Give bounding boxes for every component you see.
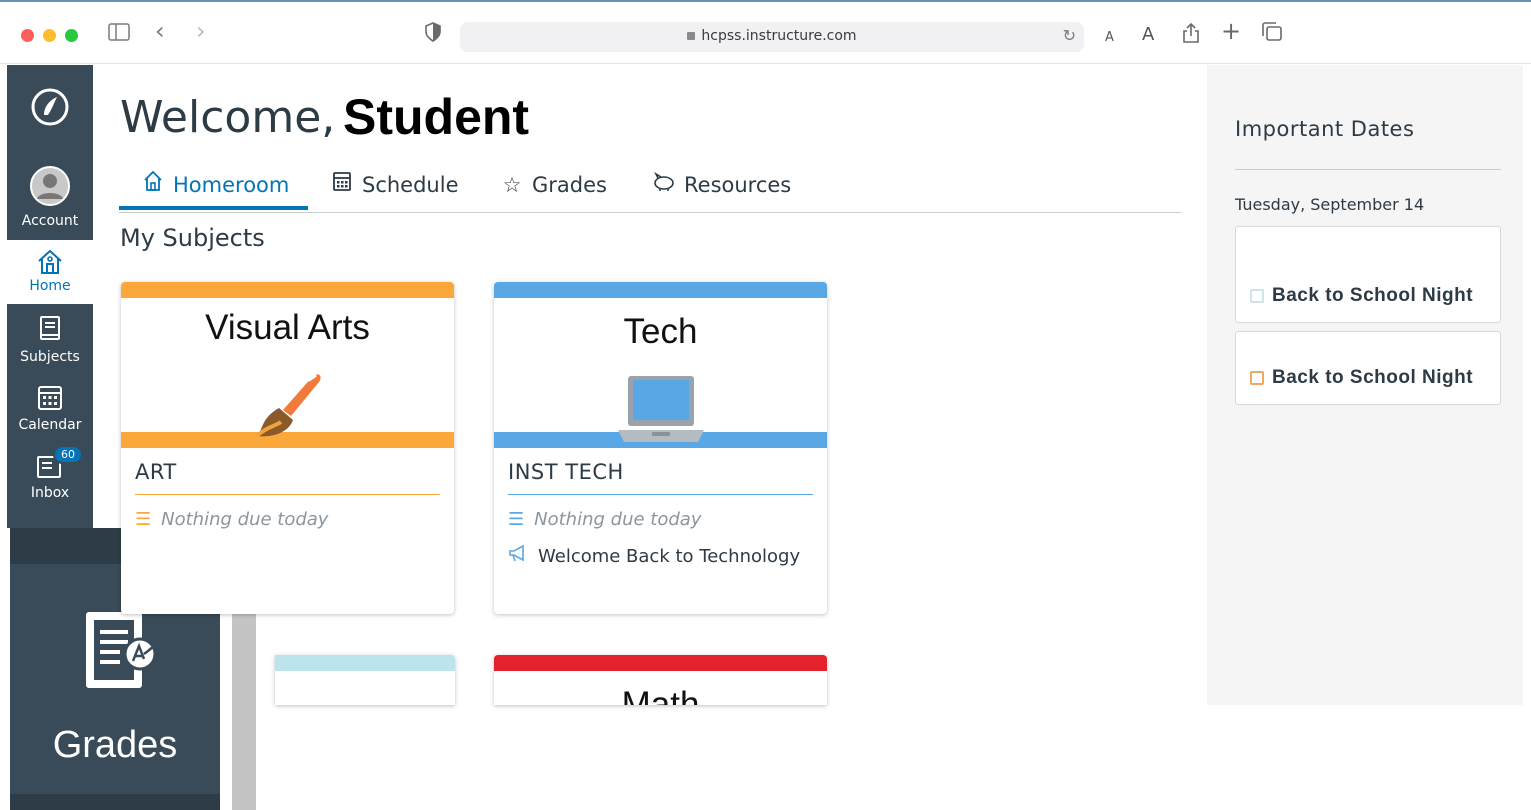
reload-icon[interactable]: ↻	[1063, 26, 1076, 45]
event-date: Tuesday, September 14	[1235, 195, 1425, 214]
calendar-icon	[330, 168, 354, 202]
card-title: Visual Arts	[205, 308, 370, 347]
canvas-logo[interactable]	[7, 87, 93, 131]
card-course-code: ART	[135, 460, 440, 495]
welcome-text: Welcome,	[120, 92, 336, 143]
close-window-button[interactable]	[21, 29, 34, 42]
tab-grades[interactable]: ☆ Grades	[500, 168, 607, 210]
inbox-unread-badge: 60	[53, 445, 83, 464]
card-hero[interactable]: Tech	[494, 298, 827, 442]
card-color-bar	[275, 655, 455, 671]
subject-card-tech[interactable]: Tech INST TECH ☰ Nothing due today Welcom…	[494, 282, 827, 614]
card-todo-text: Nothing due today	[534, 509, 702, 530]
star-icon: ☆	[502, 173, 522, 197]
tab-homeroom[interactable]: Homeroom	[119, 168, 308, 210]
nav-inbox-label: Inbox	[30, 485, 70, 501]
tab-resources-label: Resources	[684, 173, 792, 197]
nav-subjects-label: Subjects	[20, 349, 80, 365]
share-icon[interactable]	[1182, 22, 1200, 49]
maximize-window-button[interactable]	[65, 29, 78, 42]
nav-home-label: Home	[29, 278, 71, 294]
calendar-icon	[38, 386, 62, 410]
canvas-logo-icon	[31, 88, 69, 126]
minimize-window-button[interactable]	[43, 29, 56, 42]
list-icon: ☰	[135, 509, 152, 530]
card-color-bar	[494, 282, 827, 298]
book-icon	[40, 316, 60, 340]
card-announcement-text: Welcome Back to Technology	[538, 546, 801, 567]
zoom-grades-label: Grades	[52, 724, 178, 766]
privacy-shield-icon[interactable]	[425, 22, 441, 47]
card-hero[interactable]: Visual Arts	[121, 298, 454, 438]
my-subjects-heading: My Subjects	[120, 224, 265, 252]
card-color-bar	[121, 282, 454, 298]
calendar-icon	[1250, 371, 1264, 385]
student-name: Student	[343, 89, 530, 145]
home-icon	[141, 168, 165, 202]
dashboard-tabs: Homeroom Schedule ☆ Grades Resources	[119, 168, 1181, 213]
nav-home[interactable]: Home	[7, 240, 93, 304]
forward-icon[interactable]: ›	[196, 19, 206, 43]
nav-calendar-label: Calendar	[18, 417, 82, 433]
sidebar-toggle-icon[interactable]	[108, 22, 130, 46]
tab-homeroom-label: Homeroom	[173, 173, 290, 197]
lock-icon	[687, 32, 696, 40]
home-icon	[38, 249, 62, 274]
address-bar[interactable]: hcpss.instructure.com ↻	[460, 22, 1084, 52]
divider	[1235, 169, 1501, 170]
grades-icon	[86, 612, 157, 688]
card-todo: ☰ Nothing due today	[508, 509, 813, 530]
nav-account-label: Account	[21, 213, 79, 229]
event-label: Back to School Night	[1272, 285, 1474, 306]
event-card[interactable]: Back to School Night	[1235, 331, 1501, 405]
laptop-icon	[618, 376, 704, 442]
card-color-bar	[494, 655, 827, 671]
nav-inbox[interactable]: 60 Inbox	[7, 445, 93, 501]
event-card[interactable]: Back to School Night	[1235, 226, 1501, 323]
tab-overview-icon[interactable]	[1261, 22, 1283, 47]
subject-card-math[interactable]: Math	[494, 655, 827, 705]
tab-resources[interactable]: Resources	[652, 168, 791, 210]
list-icon: ☰	[508, 509, 525, 530]
tab-schedule[interactable]: Schedule	[330, 168, 459, 210]
subject-card-third[interactable]	[275, 655, 455, 705]
megaphone-icon	[508, 544, 528, 567]
card-title: Tech	[623, 312, 698, 351]
card-course-code: INST TECH	[508, 460, 813, 495]
calendar-icon	[1250, 289, 1264, 303]
tab-schedule-label: Schedule	[362, 173, 459, 197]
global-nav: Account Home Subjects Calendar 60 Inbox	[7, 65, 93, 528]
subject-card-visual-arts[interactable]: Visual Arts ART ☰ Nothing due today	[121, 282, 454, 614]
important-dates-sidebar: Important Dates Tuesday, September 14 Ba…	[1207, 65, 1523, 705]
url-text: hcpss.instructure.com	[701, 28, 857, 44]
new-tab-icon[interactable]: +	[1221, 19, 1241, 43]
nav-account[interactable]: Account	[7, 165, 93, 229]
text-smaller-icon[interactable]: A	[1105, 26, 1114, 50]
tab-grades-label: Grades	[532, 173, 607, 197]
event-label: Back to School Night	[1272, 367, 1474, 388]
zoom-band-bottom	[10, 794, 220, 810]
important-dates-title: Important Dates	[1235, 117, 1415, 141]
nav-subjects[interactable]: Subjects	[7, 315, 93, 365]
back-icon[interactable]: ‹	[155, 19, 165, 43]
browser-toolbar: ‹ › hcpss.instructure.com ↻ A A +	[0, 0, 1531, 64]
paintbrush-icon	[255, 374, 321, 438]
nav-calendar[interactable]: Calendar	[7, 383, 93, 433]
card-todo: ☰ Nothing due today	[135, 509, 440, 530]
card-title: Math	[621, 685, 700, 705]
card-announcement[interactable]: Welcome Back to Technology	[508, 544, 813, 567]
piggy-bank-icon	[652, 168, 676, 202]
avatar-icon	[30, 166, 70, 206]
card-todo-text: Nothing due today	[161, 509, 329, 530]
text-larger-icon[interactable]: A	[1142, 23, 1154, 47]
card-hero: Math	[494, 683, 827, 705]
